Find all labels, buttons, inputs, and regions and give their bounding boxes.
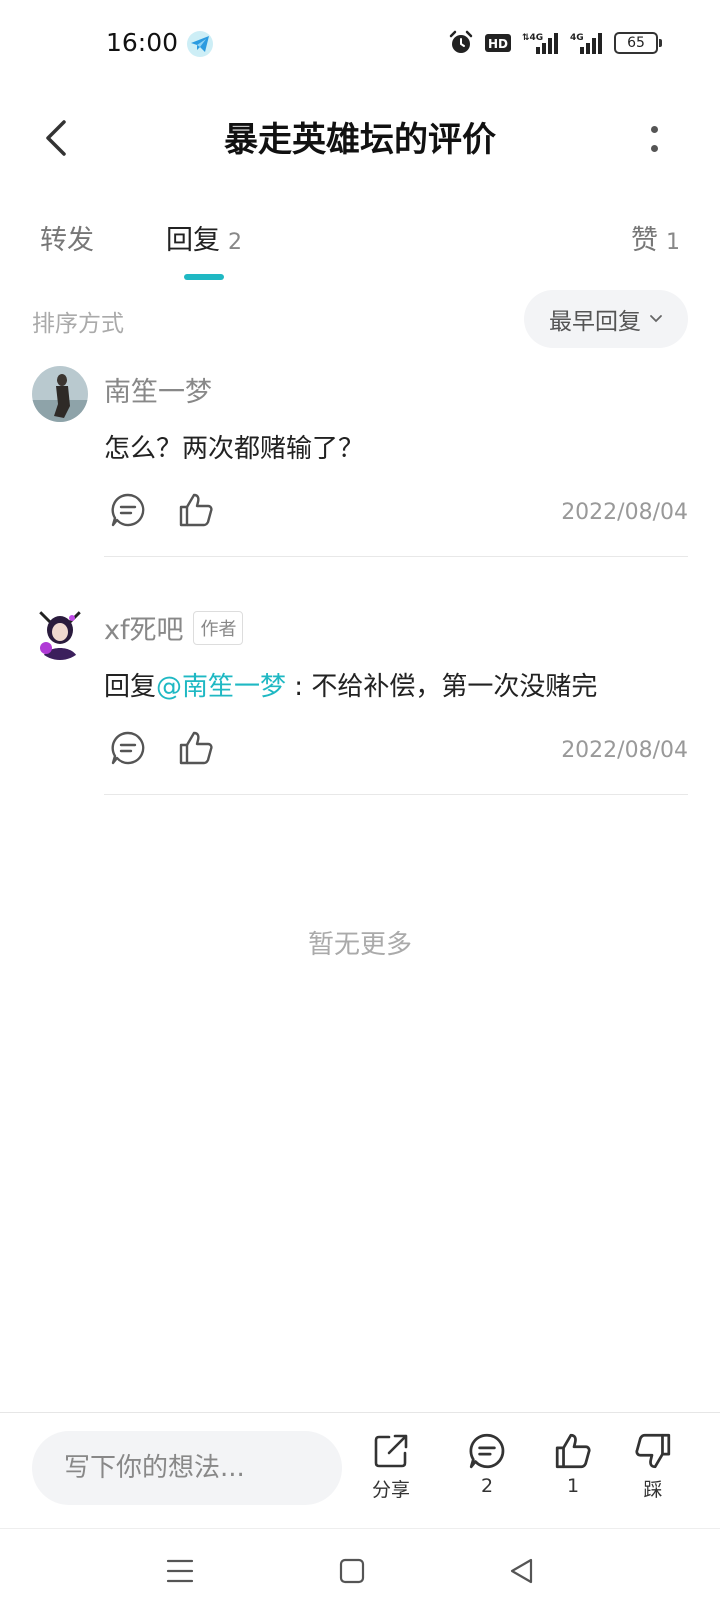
tab-like[interactable]: 赞 1	[631, 218, 680, 257]
comment-text: 回复@南笙一梦 : 不给补偿，第一次没赌完	[104, 666, 597, 703]
share-icon	[374, 1434, 408, 1468]
reply-prefix: 回复	[104, 672, 157, 702]
svg-text:HD: HD	[488, 37, 508, 51]
top-app-bar: 暴走英雄坛的评价	[0, 90, 720, 186]
no-more-text: 暂无更多	[307, 930, 412, 960]
menu-icon	[166, 1559, 194, 1583]
mention-link[interactable]: @南笙一梦	[156, 672, 286, 702]
tab-forward-label: 转发	[40, 225, 94, 256]
tab-reply-count: 2	[228, 230, 242, 255]
comment-count: 2	[480, 1475, 494, 1497]
comment-date: 2022/08/04	[561, 738, 688, 763]
status-time: 16:00	[106, 28, 179, 57]
page-title: 暴走英雄坛的评价	[224, 120, 496, 160]
thumbs-up-icon	[179, 493, 213, 527]
signal-4g-icon: 4G	[570, 30, 604, 56]
tab-reply[interactable]: 回复 2	[166, 218, 242, 257]
telegram-app-icon	[186, 30, 214, 58]
comment-username[interactable]: 南笙一梦	[104, 370, 212, 409]
comment-icon	[111, 731, 145, 765]
tab-like-count: 1	[666, 230, 680, 255]
svg-text:4G: 4G	[570, 33, 584, 43]
comment-reply-button[interactable]	[106, 488, 150, 532]
like-count: 1	[566, 1475, 580, 1497]
divider	[104, 556, 688, 557]
status-icons: HD ⇅4G 4G 65	[448, 28, 662, 58]
triangle-back-icon	[510, 1558, 533, 1584]
tab-like-label: 赞	[631, 225, 658, 256]
comment-icon	[469, 1433, 505, 1469]
thumbs-up-icon	[179, 731, 213, 765]
comment-input[interactable]: 写下你的想法...	[32, 1431, 342, 1505]
square-icon	[339, 1558, 365, 1584]
share-button[interactable]: 分享	[356, 1431, 426, 1502]
chevron-down-icon	[650, 315, 662, 323]
dislike-button[interactable]: 踩	[618, 1431, 688, 1502]
more-options-button[interactable]	[632, 112, 676, 166]
comment-item: 南笙一梦 怎么？两次都赌输了？ 2022/08/04	[0, 366, 720, 558]
sort-label: 排序方式	[32, 311, 124, 337]
sort-dropdown[interactable]: 最早回复	[524, 290, 688, 348]
share-label: 分享	[371, 1479, 410, 1501]
author-badge: 作者	[193, 610, 244, 645]
alarm-icon	[448, 30, 474, 56]
system-nav-bar	[0, 1528, 720, 1612]
nav-menu-button[interactable]	[156, 1547, 204, 1595]
comment-date: 2022/08/04	[561, 500, 688, 525]
tab-reply-label: 回复	[166, 225, 220, 256]
tab-active-indicator	[184, 274, 224, 280]
battery-icon: 65	[614, 32, 662, 54]
bottom-action-bar: 写下你的想法... 分享 2 1 踩	[0, 1412, 720, 1528]
comment-icon	[111, 493, 145, 527]
status-bar: 16:00 HD ⇅4G 4G 65	[0, 0, 720, 90]
dislike-label: 踩	[643, 1479, 663, 1501]
avatar[interactable]	[32, 604, 88, 660]
thumbs-down-icon	[635, 1433, 671, 1469]
comment-text: 怎么？两次都赌输了？	[104, 434, 365, 464]
hd-icon: HD	[484, 30, 512, 56]
nav-home-button[interactable]	[328, 1547, 376, 1595]
more-vertical-icon	[650, 126, 658, 133]
tab-bar: 转发 回复 2 赞 1	[0, 206, 720, 286]
like-button[interactable]: 1	[538, 1431, 608, 1497]
comment-like-button[interactable]	[174, 726, 218, 770]
comment-reply-button[interactable]	[106, 726, 150, 770]
reply-body: : 不给补偿，第一次没赌完	[286, 672, 598, 702]
sort-row: 排序方式 最早回复	[0, 288, 720, 354]
comment-item: xf死吧 作者 回复@南笙一梦 : 不给补偿，第一次没赌完 2022/08/04	[0, 604, 720, 796]
sort-selected-value: 最早回复	[549, 309, 641, 335]
divider	[104, 794, 688, 795]
thumbs-up-icon	[555, 1433, 591, 1469]
tab-forward[interactable]: 转发	[40, 218, 94, 257]
svg-text:⇅4G: ⇅4G	[522, 33, 543, 43]
nav-back-button[interactable]	[498, 1547, 546, 1595]
comment-like-button[interactable]	[174, 488, 218, 532]
avatar[interactable]	[32, 366, 88, 422]
signal-4g-icon: ⇅4G	[522, 30, 560, 56]
comment-username[interactable]: xf死吧 作者	[104, 608, 244, 647]
comment-count-button[interactable]: 2	[452, 1431, 522, 1497]
